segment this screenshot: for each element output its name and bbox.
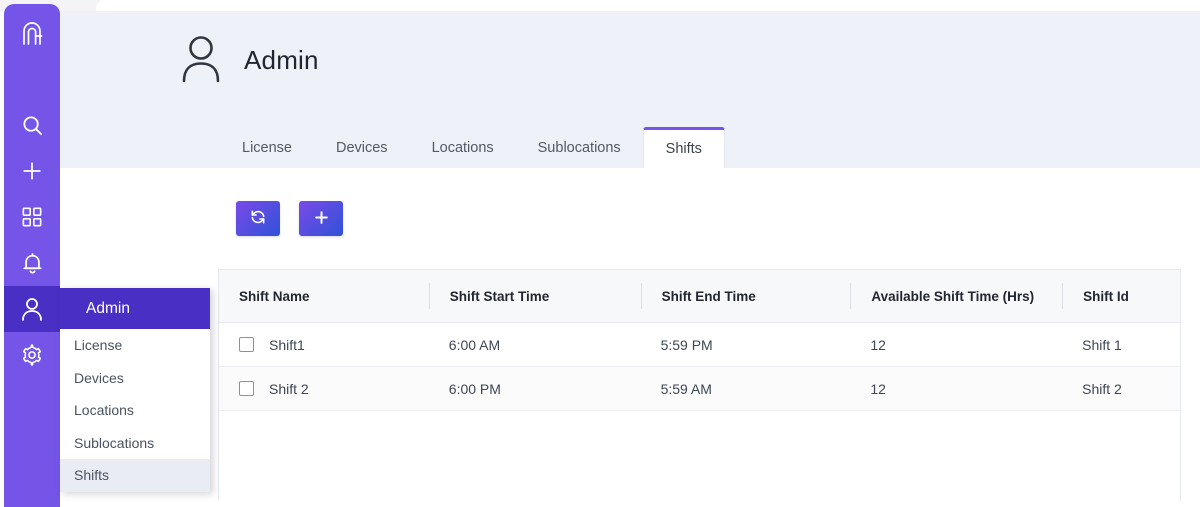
cell-shift-name: Shift1 — [269, 337, 305, 353]
plus-icon — [313, 209, 330, 229]
column-header-shift-end-time[interactable]: Shift End Time — [641, 283, 851, 309]
tab-locations[interactable]: Locations — [410, 128, 516, 168]
add-button[interactable] — [299, 201, 343, 236]
flyout-item-shifts[interactable]: Shifts — [60, 459, 210, 492]
page-header: Admin — [180, 34, 319, 87]
search-icon[interactable] — [4, 102, 60, 148]
window-chrome-tab — [96, 0, 1002, 11]
page-title: Admin — [244, 45, 319, 76]
bell-icon[interactable] — [4, 240, 60, 286]
row-select-cell: Shift1 — [219, 337, 429, 353]
column-header-shift-start-time[interactable]: Shift Start Time — [429, 283, 641, 309]
row-checkbox[interactable] — [239, 337, 254, 352]
row-checkbox[interactable] — [239, 381, 254, 396]
table-header-row: Shift Name Shift Start Time Shift End Ti… — [219, 270, 1180, 323]
cell-shift-start-time: 6:00 AM — [429, 337, 641, 353]
cell-available-shift-time: 12 — [850, 381, 1062, 397]
cell-shift-end-time: 5:59 PM — [641, 337, 851, 353]
flyout-item-sublocations[interactable]: Sublocations — [60, 427, 210, 460]
person-icon — [21, 297, 43, 321]
cell-available-shift-time: 12 — [850, 337, 1062, 353]
tab-license[interactable]: License — [220, 128, 314, 168]
icon-rail — [4, 4, 60, 507]
window-chrome-strip — [0, 0, 1200, 11]
tab-devices[interactable]: Devices — [314, 128, 410, 168]
cell-shift-id: Shift 1 — [1062, 337, 1180, 353]
tab-shifts[interactable]: Shifts — [643, 127, 725, 168]
column-header-available-shift-time[interactable]: Available Shift Time (Hrs) — [850, 283, 1062, 309]
grid-apps-icon[interactable] — [4, 194, 60, 240]
flyout-item-locations[interactable]: Locations — [60, 394, 210, 427]
app-logo-icon[interactable] — [4, 4, 60, 62]
refresh-button[interactable] — [236, 201, 280, 236]
gear-icon[interactable] — [4, 332, 60, 378]
cell-shift-start-time: 6:00 PM — [429, 381, 641, 397]
admin-flyout-menu: Admin License Devices Locations Sublocat… — [60, 288, 210, 492]
table-row[interactable]: Shift 2 6:00 PM 5:59 AM 12 Shift 2 — [219, 367, 1180, 411]
cell-shift-id: Shift 2 — [1062, 381, 1180, 397]
column-header-shift-id[interactable]: Shift Id — [1062, 283, 1180, 309]
plus-icon[interactable] — [4, 148, 60, 194]
flyout-item-license[interactable]: License — [60, 329, 210, 362]
flyout-title: Admin — [60, 288, 210, 329]
refresh-icon — [250, 209, 266, 228]
tab-bar: License Devices Locations Sublocations S… — [220, 128, 725, 168]
app-root: Admin License Devices Locations Sublocat… — [0, 0, 1200, 507]
shifts-table: Shift Name Shift Start Time Shift End Ti… — [218, 269, 1181, 501]
column-header-shift-name[interactable]: Shift Name — [219, 283, 429, 309]
cell-shift-name: Shift 2 — [269, 381, 309, 397]
table-row[interactable]: Shift1 6:00 AM 5:59 PM 12 Shift 1 — [219, 323, 1180, 367]
row-select-cell: Shift 2 — [219, 381, 429, 397]
table-toolbar — [236, 201, 343, 236]
cell-shift-end-time: 5:59 AM — [641, 381, 851, 397]
sidebar-item-admin[interactable] — [4, 286, 60, 332]
tab-sublocations[interactable]: Sublocations — [516, 128, 643, 168]
flyout-item-devices[interactable]: Devices — [60, 362, 210, 395]
person-icon — [180, 34, 222, 87]
